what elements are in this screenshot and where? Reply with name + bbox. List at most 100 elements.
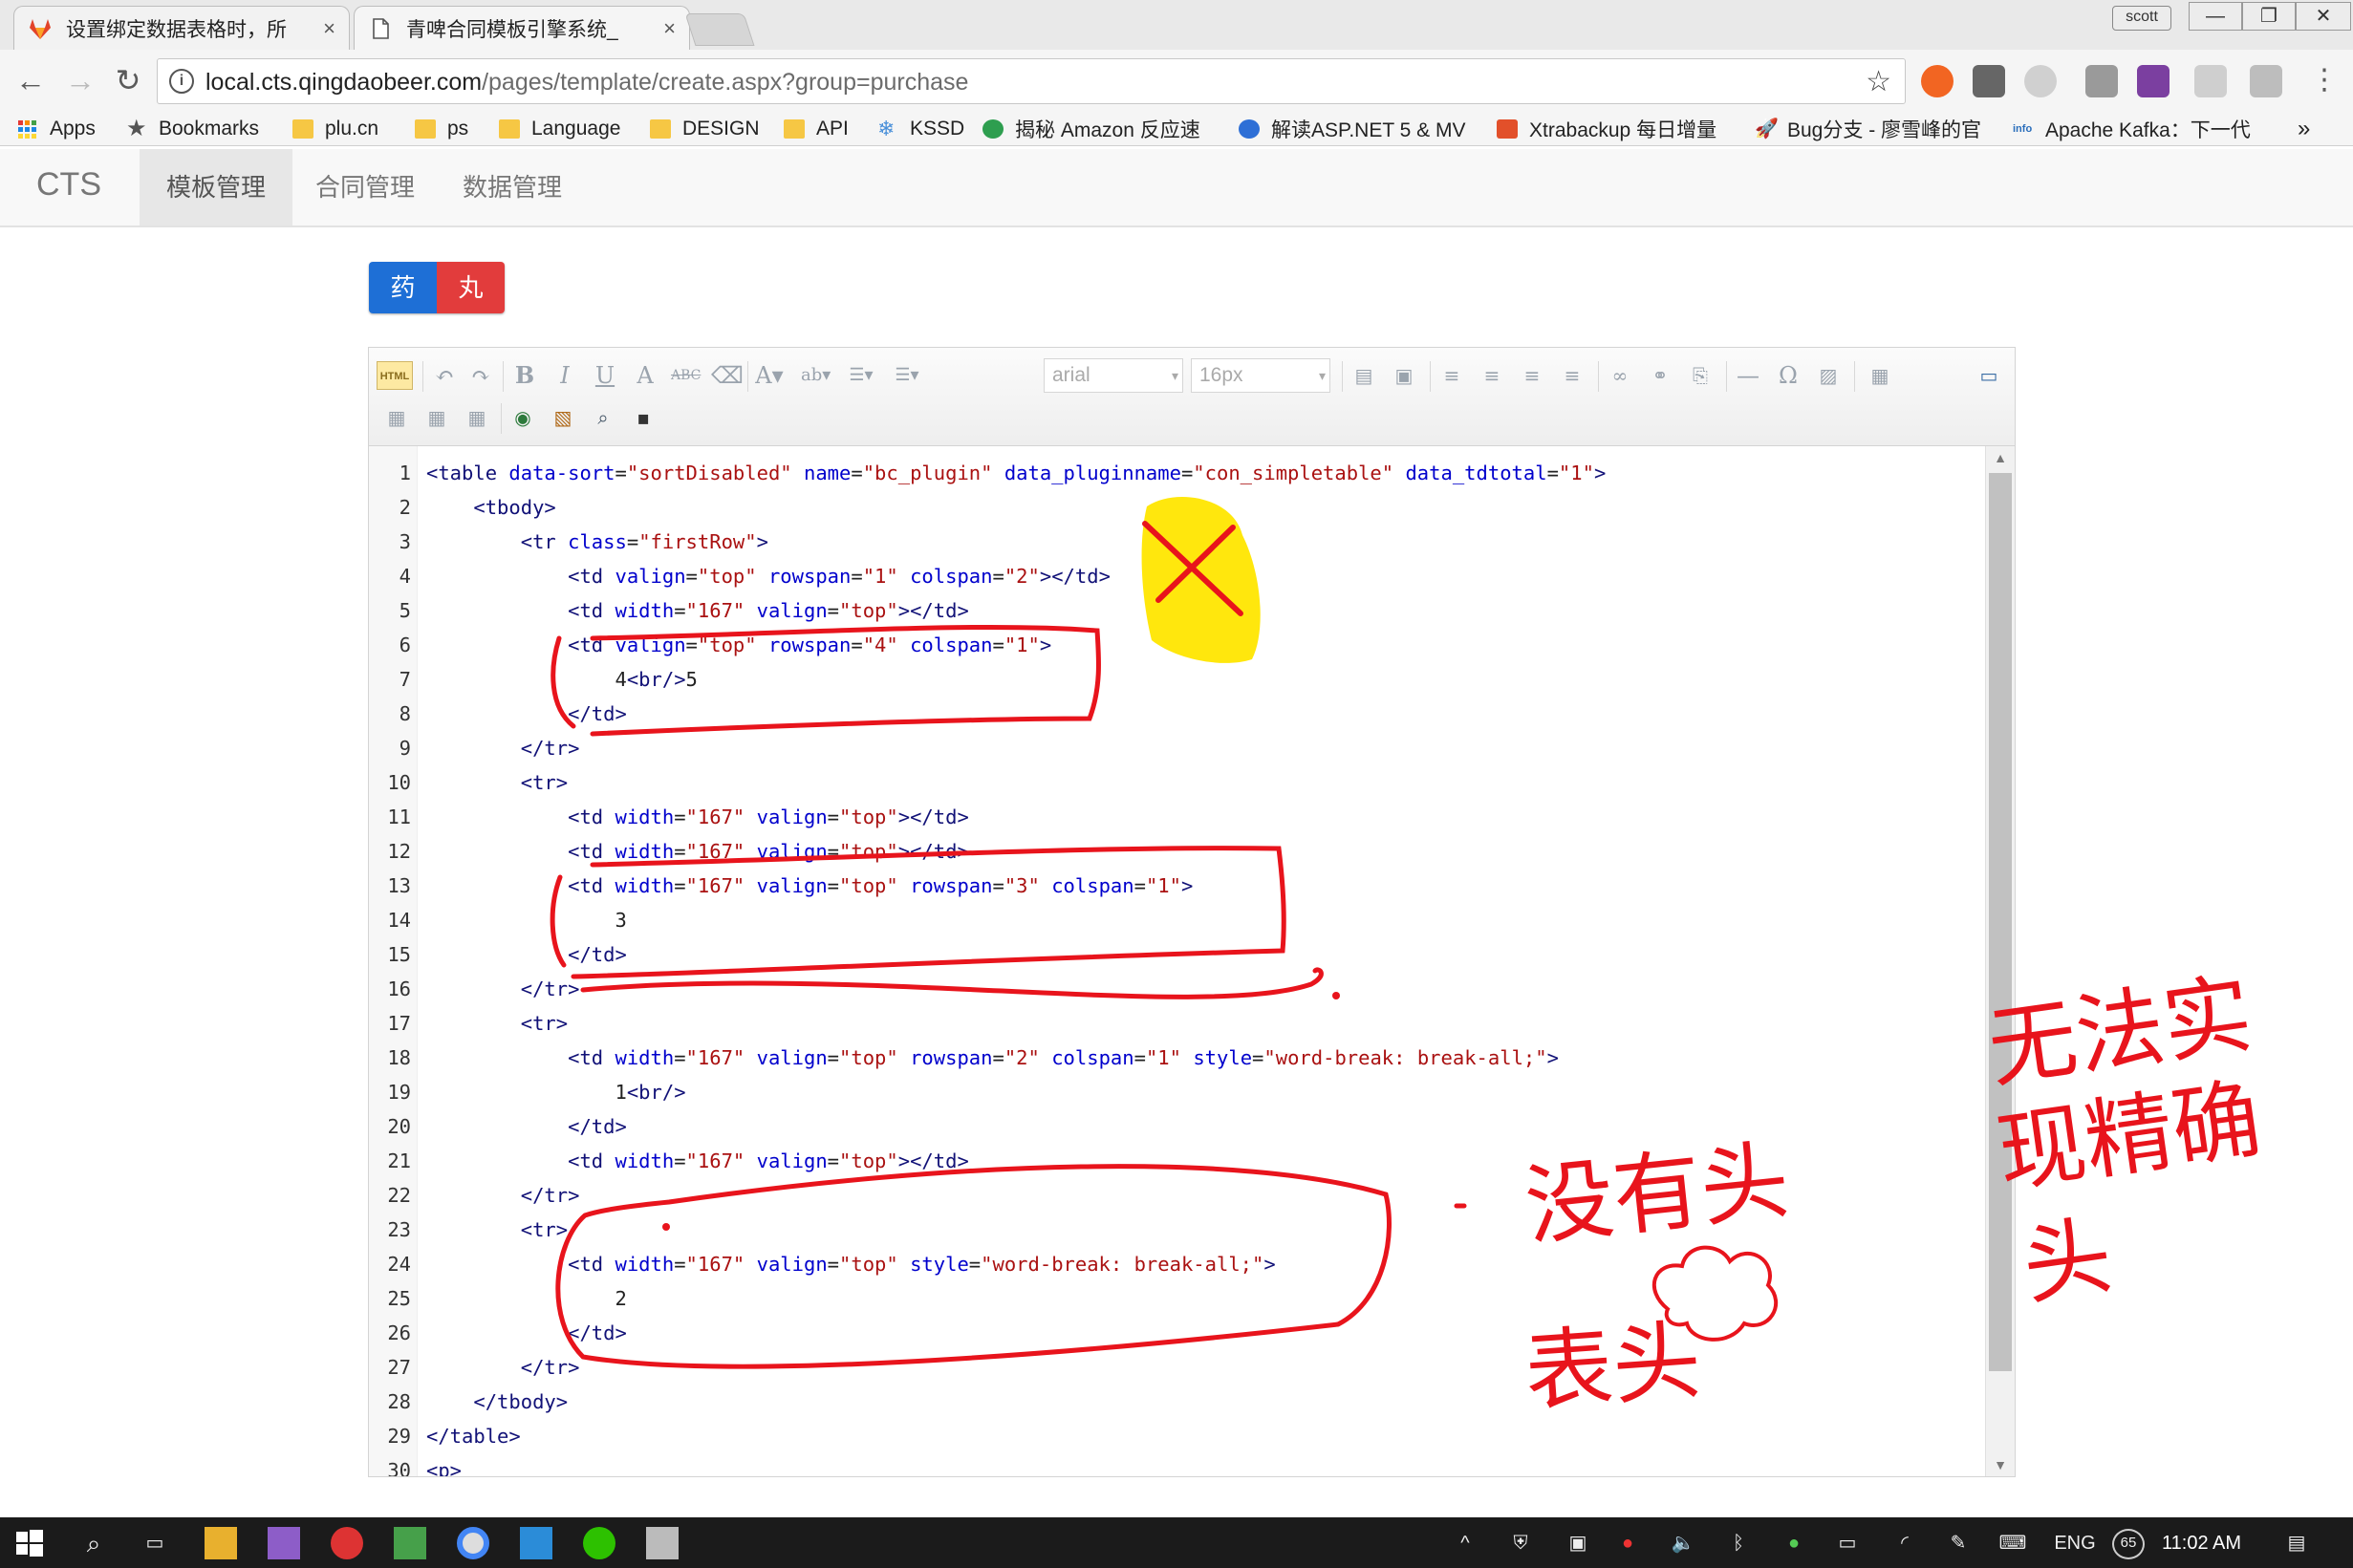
new-tab-button[interactable] <box>684 13 755 46</box>
code-line[interactable]: 20 </td> <box>369 1109 1984 1144</box>
bookmark-folder[interactable]: DESIGN <box>650 115 760 143</box>
code-line[interactable]: 17 <tr> <box>369 1006 1984 1041</box>
table-row-icon[interactable]: ▦ <box>422 403 451 432</box>
code-line[interactable]: 29 </table> <box>369 1419 1984 1453</box>
code-line[interactable]: 19 1<br/> <box>369 1075 1984 1109</box>
align-left-icon[interactable]: ≡ <box>1437 361 1466 390</box>
tab-gitlab[interactable]: 设置绑定数据表格时，所 × <box>13 6 350 50</box>
extension-shield-icon[interactable] <box>1973 65 2005 97</box>
table-icon[interactable]: ▦ <box>1866 361 1894 390</box>
html-source-button[interactable]: HTML <box>377 361 413 390</box>
bold-icon[interactable]: B <box>510 361 539 390</box>
reload-icon[interactable]: ↻ <box>109 61 147 99</box>
extension-orange-icon[interactable] <box>1921 65 1954 97</box>
bookmark-folder[interactable]: API <box>784 115 849 143</box>
italic-icon[interactable]: I <box>550 361 579 390</box>
template-icon[interactable]: ▧ <box>549 403 577 432</box>
special-char-icon[interactable]: Ω <box>1774 361 1803 390</box>
pill-right-button[interactable]: 丸 <box>437 262 505 313</box>
extension-swirl-icon[interactable] <box>2024 65 2057 97</box>
paragraph-icon[interactable]: ▤ <box>1349 361 1378 390</box>
battery-icon[interactable]: ▭ <box>1833 1529 1862 1557</box>
tray-wechat-icon[interactable]: ● <box>1780 1529 1808 1557</box>
code-line[interactable]: 14 3 <box>369 903 1984 937</box>
horizontal-rule-icon[interactable]: — <box>1734 361 1762 390</box>
attachment-icon[interactable]: ⎘ <box>1686 361 1715 390</box>
align-justify-icon[interactable]: ≡ <box>1558 361 1587 390</box>
bookmark-item[interactable]: ❄ KSSD <box>877 115 964 143</box>
back-icon[interactable]: ← <box>11 61 50 99</box>
tray-app-icon[interactable]: ▣ <box>1564 1529 1592 1557</box>
extension-gear-icon[interactable] <box>2250 65 2282 97</box>
code-line[interactable]: 3 <tr class="firstRow"> <box>369 525 1984 559</box>
task-view-icon[interactable]: ▭ <box>136 1529 174 1557</box>
code-line[interactable]: 25 2 <box>369 1281 1984 1316</box>
site-info-icon[interactable]: i <box>169 69 194 94</box>
netease-music-icon[interactable] <box>331 1527 363 1559</box>
save-icon[interactable]: ▪ <box>629 403 658 432</box>
git-client-icon[interactable] <box>394 1527 426 1559</box>
onenote-icon[interactable] <box>2137 65 2170 97</box>
bookmark-folder[interactable]: Language <box>499 115 620 143</box>
wifi-icon[interactable]: ◜ <box>1890 1529 1919 1557</box>
code-line[interactable]: 27 </tr> <box>369 1350 1984 1385</box>
keyboard-icon[interactable]: ⌨ <box>1994 1529 2032 1557</box>
bookmark-item[interactable]: Apps <box>17 115 96 143</box>
gmail-extension-icon[interactable] <box>2085 65 2118 97</box>
search-icon[interactable]: ⌕ <box>589 403 617 432</box>
vertical-scrollbar[interactable]: ▲ ▼ <box>1985 446 2015 1476</box>
code-line[interactable]: 9 </tr> <box>369 731 1984 765</box>
brand-logo[interactable]: CTS <box>36 166 101 204</box>
code-line[interactable]: 15 </td> <box>369 937 1984 972</box>
tab-close-icon[interactable]: × <box>323 16 335 41</box>
font-family-select[interactable]: arial ▾ <box>1044 358 1183 393</box>
bookmark-item[interactable]: Xtrabackup 每日增量 <box>1497 115 1716 143</box>
code-line[interactable]: 1 <table data-sort="sortDisabled" name="b… <box>369 456 1984 490</box>
bookmark-star-icon[interactable]: ☆ <box>1866 65 1891 98</box>
preview-icon[interactable]: ◉ <box>508 403 537 432</box>
link-icon[interactable]: ∞ <box>1606 361 1634 390</box>
pill-left-button[interactable]: 药 <box>369 262 437 313</box>
code-line[interactable]: 10 <tr> <box>369 765 1984 800</box>
bookmarks-overflow-icon[interactable]: » <box>2298 115 2310 143</box>
eraser-icon[interactable]: ⌫ <box>711 361 744 390</box>
unlink-icon[interactable]: ⚭ <box>1646 361 1674 390</box>
extension-layout-icon[interactable] <box>2194 65 2227 97</box>
tab-active[interactable]: 青啤合同模板引擎系统_ × <box>354 6 690 50</box>
code-line[interactable]: 16 </tr> <box>369 972 1984 1006</box>
fullscreen-icon[interactable]: ▭ <box>1975 361 2003 390</box>
bookmark-item[interactable]: ★ Bookmarks <box>126 115 259 143</box>
code-line[interactable]: 26 </td> <box>369 1316 1984 1350</box>
font-border-icon[interactable]: A <box>631 361 659 390</box>
tray-music-icon[interactable]: ● <box>1613 1529 1642 1557</box>
minimize-button[interactable]: — <box>2189 2 2242 31</box>
unordered-list-icon[interactable]: ☰▾ <box>893 361 921 390</box>
vscode-icon[interactable] <box>520 1527 552 1559</box>
url-text[interactable]: local.cts.qingdaobeer.com/pages/template… <box>205 69 968 97</box>
code-line[interactable]: 30 <p> <box>369 1453 1984 1476</box>
scroll-down-icon[interactable]: ▼ <box>1986 1455 2015 1474</box>
tab-close-icon[interactable]: × <box>663 16 676 41</box>
bookmark-item[interactable]: info Apache Kafka：下一代 <box>2013 115 2251 143</box>
bookmark-item[interactable]: 揭秘 Amazon 反应速 <box>982 115 1200 143</box>
battery-badge[interactable]: 65 <box>2112 1529 2145 1559</box>
code-line[interactable]: 4 <td valign="top" rowspan="1" colspan="… <box>369 559 1984 593</box>
restore-button[interactable]: ❐ <box>2242 2 2296 31</box>
wechat-icon[interactable] <box>583 1527 615 1559</box>
bookmark-item[interactable]: 🚀 Bug分支 - 廖雪峰的官 <box>1755 115 1981 143</box>
profile-button[interactable]: scott <box>2112 6 2171 31</box>
code-line[interactable]: 13 <td width="167" valign="top" rowspan=… <box>369 869 1984 903</box>
code-line[interactable]: 28 </tbody> <box>369 1385 1984 1419</box>
app-icon[interactable] <box>646 1527 679 1559</box>
bookmark-folder[interactable]: ps <box>415 115 468 143</box>
code-line[interactable]: 7 4<br/>5 <box>369 662 1984 697</box>
code-line[interactable]: 24 <td width="167" valign="top" style="w… <box>369 1247 1984 1281</box>
pen-icon[interactable]: ✎ <box>1944 1529 1973 1557</box>
code-view[interactable]: 1 <table data-sort="sortDisabled" name="b… <box>369 446 1984 1476</box>
scrollbar-thumb[interactable] <box>1989 473 2012 1371</box>
code-line[interactable]: 22 </tr> <box>369 1178 1984 1213</box>
code-line[interactable]: 6 <td valign="top" rowspan="4" colspan="… <box>369 628 1984 662</box>
underline-icon[interactable]: U <box>591 361 619 390</box>
tray-shield-icon[interactable]: ⛨ <box>1506 1529 1535 1557</box>
code-line[interactable]: 12 <td width="167" valign="top"></td> <box>369 834 1984 869</box>
